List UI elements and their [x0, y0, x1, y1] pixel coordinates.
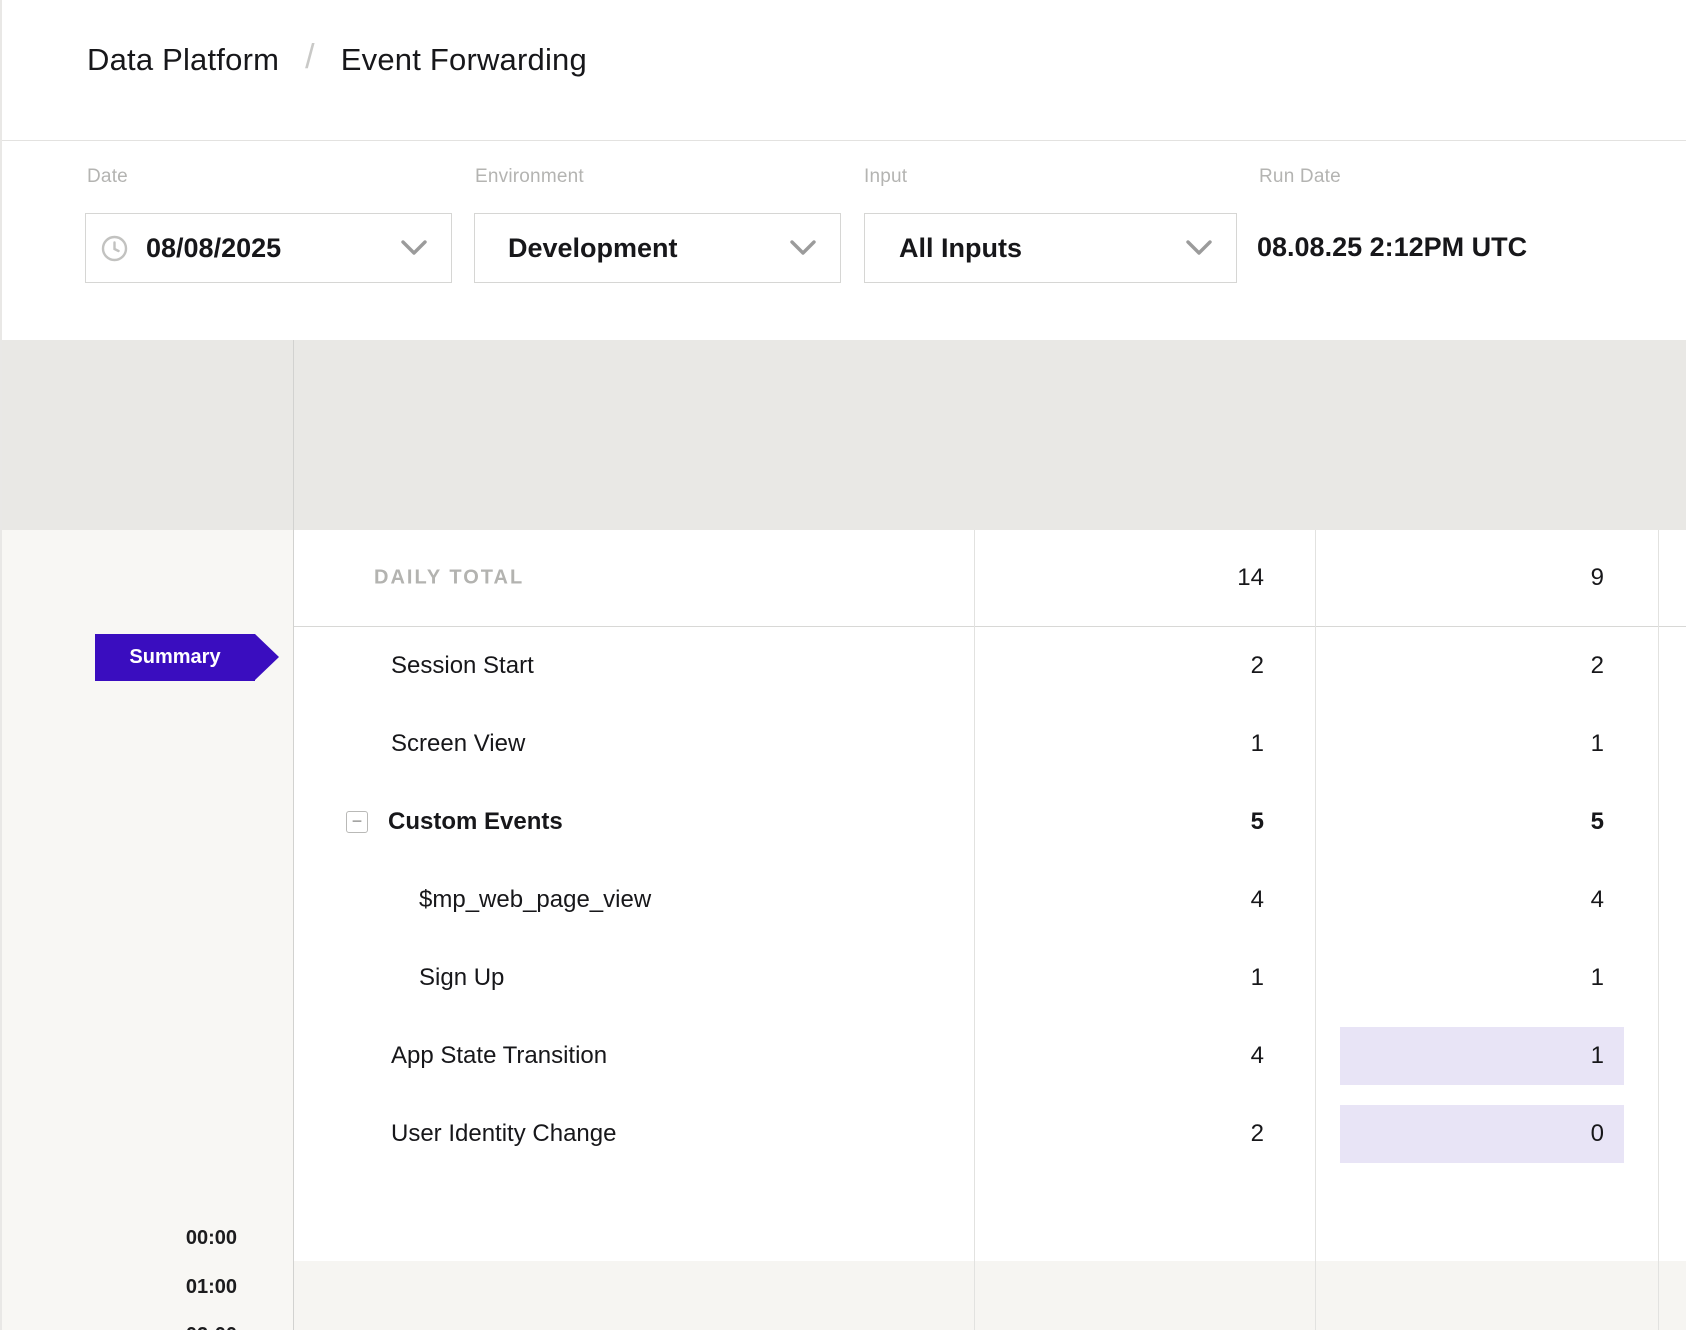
date-dropdown[interactable]: 08/08/2025 [85, 213, 452, 283]
column-divider-output [1315, 530, 1316, 1330]
environment-value: Development [508, 233, 678, 264]
event-forwarding-page: Data Platform / Event Forwarding Date En… [0, 0, 1686, 1330]
environment-dropdown[interactable]: Development [474, 213, 841, 283]
input-count-value: 1 [1251, 730, 1264, 758]
daily-total-output-value: 9 [1591, 564, 1604, 592]
table-row: $mp_web_page_view 4 4 [293, 861, 1686, 939]
run-date-label: Run Date [1259, 166, 1341, 188]
event-name-label: Screen View [391, 730, 525, 758]
table-body-rows: Session Start 2 2 Screen View 1 1 −Custom Even… [293, 627, 1686, 1173]
input-dropdown[interactable]: All Inputs [864, 213, 1237, 283]
date-filter-label: Date [87, 166, 128, 188]
breadcrumb: Data Platform / Event Forwarding [87, 40, 587, 79]
event-name-label: Session Start [391, 652, 534, 680]
output-count-value: 1 [1591, 730, 1604, 758]
chevron-down-icon [790, 240, 816, 256]
output-count-value: 2 [1591, 652, 1604, 680]
daily-total-row: DAILY TOTAL 14 9 [293, 530, 1686, 627]
chevron-down-icon [1186, 240, 1212, 256]
input-count-value: 2 [1251, 652, 1264, 680]
breadcrumb-data-platform[interactable]: Data Platform [87, 42, 279, 78]
table-header: Day/Hour (UTC) Message Type Event Name I… [2, 340, 1686, 530]
table-body: DAILY TOTAL 14 9 Session Start 2 2 Screen V… [293, 530, 1686, 1261]
event-name-label: $mp_web_page_view [419, 886, 651, 914]
input-count-value: 2 [1251, 1120, 1264, 1148]
input-count-value: 4 [1251, 886, 1264, 914]
clock-icon [101, 235, 128, 262]
input-filter-label: Input [864, 166, 907, 188]
input-value: All Inputs [899, 233, 1022, 264]
output-count-value: 1 [1591, 964, 1604, 992]
hour-list: 00:0001:0002:0003:0004:0005:0006:0007:00… [2, 1214, 237, 1330]
event-name-label: App State Transition [391, 1042, 607, 1070]
header-divider [2, 140, 1686, 141]
daily-total-input-value: 14 [1237, 564, 1264, 592]
input-count-value: 4 [1251, 1042, 1264, 1070]
input-count-value: 1 [1251, 964, 1264, 992]
event-name-label: Custom Events [388, 808, 563, 836]
output-count-value: 5 [1591, 808, 1604, 836]
breadcrumb-separator: / [305, 38, 315, 77]
output-count-value: 1 [1591, 1042, 1604, 1070]
table-footer-band [293, 1261, 1686, 1330]
column-divider-next [1658, 530, 1659, 1330]
table-row: Session Start 2 2 [293, 627, 1686, 705]
collapse-toggle-icon[interactable]: − [346, 811, 368, 833]
highlighted-cell-background [1340, 1027, 1624, 1085]
column-divider-input [974, 530, 975, 1330]
chevron-down-icon [401, 240, 427, 256]
table-row: Sign Up 1 1 [293, 939, 1686, 1017]
output-count-value: 0 [1591, 1120, 1604, 1148]
hour-label[interactable]: 00:00 [2, 1214, 237, 1263]
table-row: −Custom Events 5 5 [293, 783, 1686, 861]
table-row: Screen View 1 1 [293, 705, 1686, 783]
input-count-value: 5 [1251, 808, 1264, 836]
page-title: Event Forwarding [341, 42, 587, 78]
sidebar-divider [293, 340, 294, 1330]
hour-label[interactable]: 01:00 [2, 1263, 237, 1312]
run-date-value: 08.08.25 2:12PM UTC [1257, 232, 1527, 263]
date-value: 08/08/2025 [146, 233, 281, 264]
output-count-value: 4 [1591, 886, 1604, 914]
environment-filter-label: Environment [475, 166, 584, 188]
highlighted-cell-background [1340, 1105, 1624, 1163]
table-row: User Identity Change 2 0 [293, 1095, 1686, 1173]
table-row: App State Transition 4 1 [293, 1017, 1686, 1095]
hour-label[interactable]: 02:00 [2, 1311, 237, 1330]
event-name-label: User Identity Change [391, 1120, 616, 1148]
summary-badge[interactable]: Summary [95, 634, 255, 681]
event-name-label: Sign Up [419, 964, 504, 992]
